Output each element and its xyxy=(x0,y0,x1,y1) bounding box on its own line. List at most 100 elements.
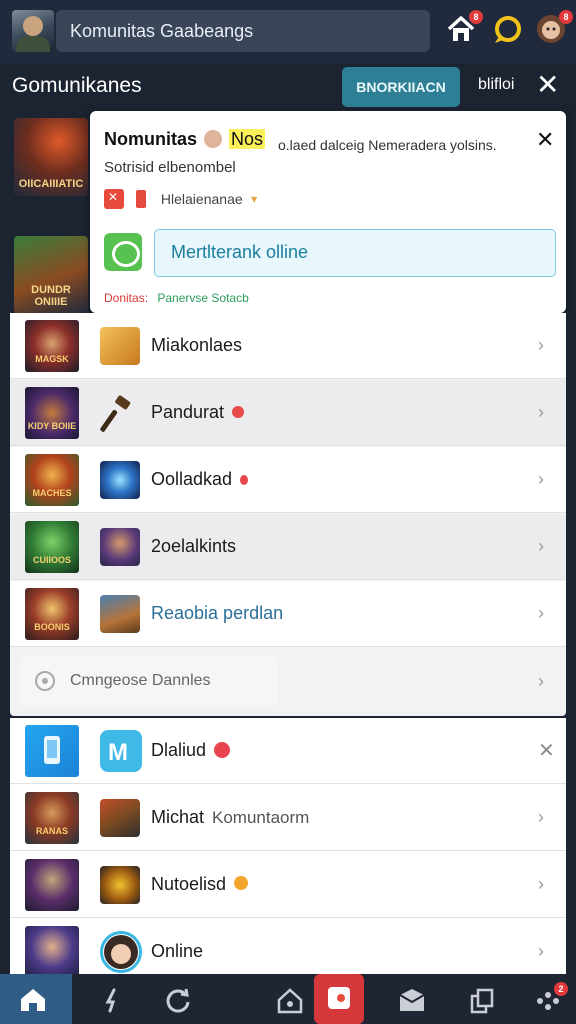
list-item[interactable]: KIDY BOIIE Pandurat › xyxy=(10,380,566,446)
list-item-text: Nutoelisd xyxy=(151,874,227,894)
game-art-label: KIDY BOIIE xyxy=(27,421,77,431)
flame-icon xyxy=(240,475,249,485)
community-header: Gomunikanes BNORKIIACN blifloi ✕ xyxy=(0,64,576,112)
header-action-button[interactable]: BNORKIIACN xyxy=(342,67,460,107)
popup-tags-row[interactable]: Hlelaienanae ▾ xyxy=(104,189,257,211)
game-art-label: RANAS xyxy=(35,826,68,836)
page-title: Gomunikanes xyxy=(12,74,142,97)
community-list: MAGSK Miakonlaes › KIDY BOIIE Pandurat ›… xyxy=(10,313,566,716)
chevron-right-icon: › xyxy=(538,469,544,489)
list-item[interactable]: Nutoelisd › xyxy=(10,852,566,918)
character-icon xyxy=(100,528,140,566)
nav-inbox[interactable] xyxy=(380,974,440,1024)
chat-list: M Dlaliud ✕ RANAS Michat Komuntaorm › Nut… xyxy=(10,718,566,985)
nav-home[interactable] xyxy=(0,974,72,1024)
list-item-label: Reaobia perdlan xyxy=(151,603,284,623)
trophy-icon xyxy=(100,327,140,365)
online-button[interactable]: Mertlterank olline xyxy=(154,229,556,277)
list-item-label: Pandurat xyxy=(151,402,245,423)
list-item[interactable]: MAGSK Miakonlaes › xyxy=(10,313,566,379)
game-tile-label: DUNDR ONIIIE xyxy=(31,284,71,308)
game-art-label: MACHES xyxy=(32,488,72,498)
chevron-right-icon: › xyxy=(538,536,544,556)
chevron-down-icon: ▾ xyxy=(251,192,258,206)
game-tile[interactable]: DUNDR ONIIIE xyxy=(14,236,88,314)
game-search-field[interactable]: Cmngeose Dannles xyxy=(20,656,278,706)
list-item-label: Michat Komuntaorm xyxy=(151,807,309,828)
list-item-text: Oolladkad xyxy=(151,469,233,489)
flag-icon xyxy=(136,190,147,208)
logo-icon xyxy=(100,866,140,904)
list-item[interactable]: CUIIOOS 2oelalkints › xyxy=(10,514,566,580)
nav-sync[interactable] xyxy=(146,974,206,1024)
list-item-label: Dlaliud xyxy=(151,740,231,761)
copy-icon xyxy=(470,988,494,1014)
nav-activity[interactable] xyxy=(82,974,142,1024)
create-post-button[interactable] xyxy=(314,974,364,1024)
game-art-icon: BOONIS xyxy=(25,588,79,640)
block-icon xyxy=(104,189,124,209)
popup-title-highlight: Nos xyxy=(229,129,266,149)
list-item[interactable]: RANAS Michat Komuntaorm › xyxy=(10,785,566,851)
nav-menu[interactable]: 2 xyxy=(516,974,576,1024)
message-icon[interactable] xyxy=(104,233,142,271)
warrior-icon xyxy=(100,595,140,633)
list-item[interactable]: BOONIS Reaobia perdlan › xyxy=(10,581,566,647)
game-art-label: CUIIOOS xyxy=(32,555,71,565)
list-item-label: 2oelalkints xyxy=(151,536,237,556)
messenger-icon: M xyxy=(100,730,142,772)
game-art-icon: KIDY BOIIE xyxy=(25,387,79,439)
popup-close-icon[interactable]: ✕ xyxy=(536,127,554,153)
home-icon[interactable]: 8 xyxy=(446,10,483,48)
nav-library[interactable] xyxy=(450,974,510,1024)
list-item-text: Pandurat xyxy=(151,402,225,422)
game-art-label: BOONIS xyxy=(34,622,70,632)
chevron-right-icon: › xyxy=(538,402,544,422)
profile-avatar-icon[interactable]: 8 xyxy=(536,10,573,48)
list-item[interactable]: M Dlaliud ✕ xyxy=(10,718,566,784)
chevron-right-icon: › xyxy=(538,874,544,894)
game-tile-label: OIICAIIIATIC xyxy=(18,178,84,190)
chevron-right-icon: › xyxy=(538,671,544,691)
pin-icon xyxy=(105,988,116,1013)
bottom-nav: 2 xyxy=(0,974,576,1024)
footer-label: Donitas: xyxy=(104,291,149,305)
svg-text:M: M xyxy=(108,739,128,766)
popup-subtitle: Sotrisid elbenombel xyxy=(104,159,236,176)
user-avatar xyxy=(204,130,223,148)
profile-badge: 8 xyxy=(559,10,573,24)
game-art-icon: MAGSK xyxy=(25,320,79,372)
top-bar: Komunitas Gaabeangs 8 8 xyxy=(0,0,576,64)
community-popup: Nomunitas Nos o.laed dalceig Nemeradera … xyxy=(90,111,566,313)
game-search-placeholder: Cmngeose Dannles xyxy=(70,672,211,689)
popup-tags-label: Hlelaienanae xyxy=(160,191,243,207)
game-art-label: MAGSK xyxy=(35,354,69,364)
search-input[interactable]: Komunitas Gaabeangs xyxy=(56,10,430,52)
portal-icon xyxy=(100,461,140,499)
star-badge-icon xyxy=(234,876,249,890)
chat-bubble-icon[interactable] xyxy=(492,14,526,48)
list-item-label: Online xyxy=(151,941,204,961)
footer-link[interactable]: Panervse Sotacb xyxy=(157,291,248,305)
chevron-right-icon: › xyxy=(538,941,544,961)
verified-icon xyxy=(232,406,245,418)
phone-app-icon xyxy=(25,725,79,777)
user-avatar xyxy=(100,931,142,973)
game-tile[interactable]: OIICAIIIATIC xyxy=(14,118,88,196)
chevron-right-icon: › xyxy=(538,807,544,827)
list-item-text: Michat xyxy=(151,807,205,827)
refresh-icon xyxy=(166,988,190,1013)
popup-title: Nomunitas Nos xyxy=(104,129,266,150)
popup-footer: Donitas: Panervse Sotacb xyxy=(104,291,249,305)
list-item-label: Nutoelisd xyxy=(151,874,249,895)
header-more-link[interactable]: blifloi xyxy=(478,76,514,94)
hammer-icon xyxy=(100,394,140,432)
game-art-icon: RANAS xyxy=(25,792,79,844)
app-avatar[interactable] xyxy=(12,10,54,52)
home-icon xyxy=(21,989,45,1011)
list-item-label: Oolladkad xyxy=(151,469,249,490)
nav-community[interactable] xyxy=(258,974,318,1024)
list-item[interactable]: MACHES Oolladkad › xyxy=(10,447,566,513)
close-icon[interactable]: ✕ xyxy=(536,70,559,100)
dismiss-icon[interactable]: ✕ xyxy=(538,738,555,763)
